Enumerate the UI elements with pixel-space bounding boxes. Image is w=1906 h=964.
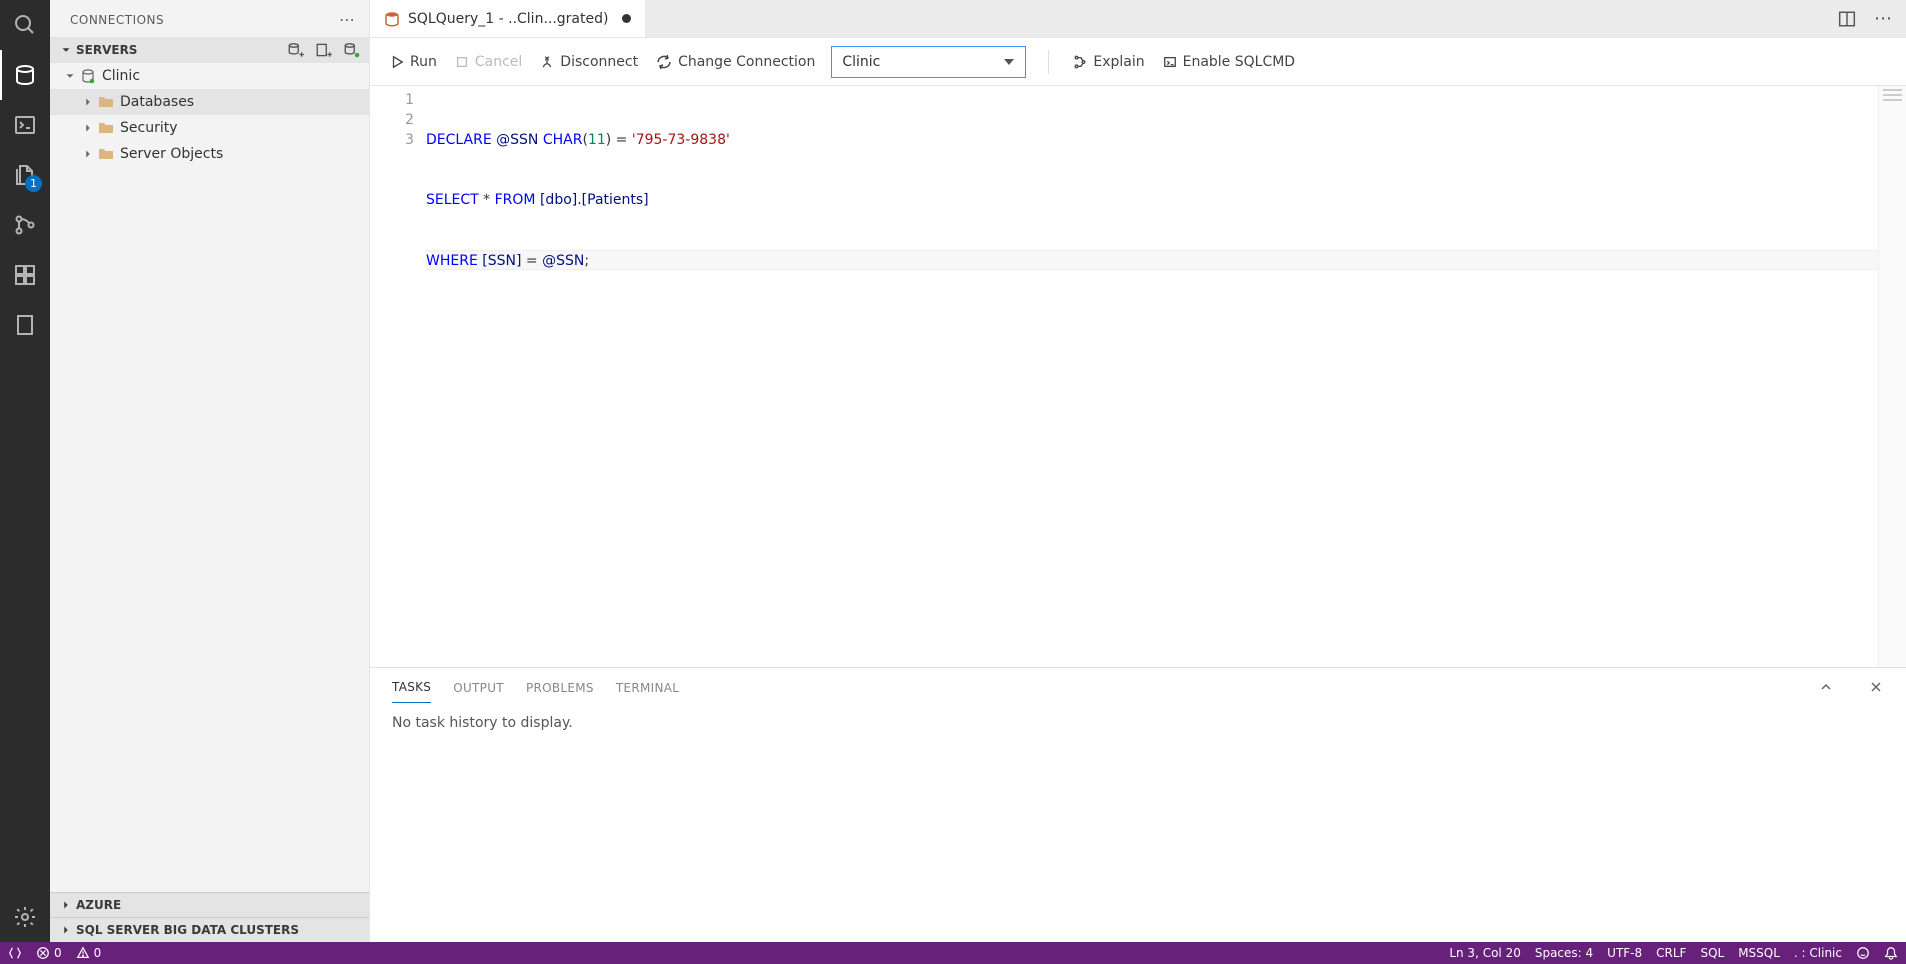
connections-activity-icon[interactable] [0, 50, 50, 100]
stop-icon [455, 55, 469, 69]
new-connection-icon[interactable] [287, 41, 305, 59]
panel-maximize-icon[interactable] [1812, 679, 1840, 699]
terminal-activity-icon[interactable] [0, 100, 50, 150]
collapse-all-icon[interactable] [343, 41, 361, 59]
editor-tab-sqlquery1[interactable]: SQLQuery_1 - ..Clin...grated) [370, 0, 646, 37]
cancel-button: Cancel [453, 50, 524, 74]
status-connection[interactable]: . : Clinic [1794, 946, 1842, 960]
folder-icon [98, 120, 114, 136]
source-control-activity-icon[interactable] [0, 200, 50, 250]
chevron-right-icon [58, 922, 74, 938]
azure-section-header[interactable]: AZURE [50, 892, 369, 917]
disconnect-button[interactable]: Disconnect [538, 50, 640, 74]
chevron-right-icon [80, 146, 96, 162]
explain-icon [1073, 55, 1087, 69]
tasks-panel-body: No task history to display. [370, 703, 1906, 942]
sqlcmd-icon [1163, 55, 1177, 69]
status-errors[interactable]: 0 [36, 946, 62, 960]
status-language[interactable]: SQL [1700, 946, 1724, 960]
panel-tab-terminal[interactable]: TERMINAL [616, 675, 679, 703]
status-eol[interactable]: CRLF [1656, 946, 1686, 960]
explain-button[interactable]: Explain [1071, 50, 1146, 74]
folder-icon [98, 146, 114, 162]
editor-area: SQLQuery_1 - ..Clin...grated) ⋯ Run Canc… [370, 0, 1906, 942]
line-gutter: 1 2 3 [370, 86, 426, 667]
editor-tab-bar: SQLQuery_1 - ..Clin...grated) ⋯ [370, 0, 1906, 38]
database-icon [384, 11, 400, 27]
change-connection-icon [656, 54, 672, 70]
chevron-right-icon [58, 897, 74, 913]
bdc-section-header[interactable]: SQL SERVER BIG DATA CLUSTERS [50, 917, 369, 942]
tab-dirty-indicator [622, 14, 631, 23]
chevron-down-icon [62, 68, 78, 84]
notebook-activity-icon[interactable] [0, 300, 50, 350]
status-warnings[interactable]: 0 [76, 946, 102, 960]
server-icon [80, 68, 96, 84]
sql-editor[interactable]: 1 2 3 DECLARE @SSN CHAR(11) = '795-73-98… [370, 86, 1906, 667]
tree-node-server-objects[interactable]: Server Objects [50, 141, 369, 167]
panel-tab-tasks[interactable]: TASKS [392, 674, 431, 703]
extensions-activity-icon[interactable] [0, 250, 50, 300]
status-bar: 0 0 Ln 3, Col 20 Spaces: 4 UTF-8 CRLF SQ… [0, 942, 1906, 964]
activity-bar: 1 [0, 0, 50, 942]
change-connection-button[interactable]: Change Connection [654, 50, 817, 74]
panel-tab-output[interactable]: OUTPUT [453, 675, 504, 703]
chevron-down-icon [58, 42, 74, 58]
query-toolbar: Run Cancel Disconnect Change Connection … [370, 38, 1906, 86]
server-node-clinic[interactable]: Clinic [50, 63, 369, 89]
status-feedback-icon[interactable] [1856, 946, 1870, 960]
sidebar-more-icon[interactable]: ⋯ [339, 10, 357, 29]
status-indentation[interactable]: Spaces: 4 [1535, 946, 1593, 960]
status-encoding[interactable]: UTF-8 [1607, 946, 1642, 960]
status-provider[interactable]: MSSQL [1738, 946, 1780, 960]
panel-tab-problems[interactable]: PROBLEMS [526, 675, 594, 703]
editor-content[interactable]: DECLARE @SSN CHAR(11) = '795-73-9838' SE… [426, 86, 1906, 667]
new-group-icon[interactable] [315, 41, 333, 59]
status-notifications-icon[interactable] [1884, 946, 1898, 960]
connection-select[interactable]: Clinic [831, 46, 1026, 78]
settings-gear-icon[interactable] [0, 892, 50, 942]
servers-tree: Clinic Databases Security Server Objects [50, 63, 369, 892]
panel-close-icon[interactable] [1862, 679, 1890, 699]
run-button[interactable]: Run [388, 50, 439, 74]
bottom-panel: TASKS OUTPUT PROBLEMS TERMINAL No task h… [370, 667, 1906, 942]
search-activity-icon[interactable] [0, 0, 50, 50]
explorer-activity-icon[interactable]: 1 [0, 150, 50, 200]
disconnect-icon [540, 55, 554, 69]
servers-section-header[interactable]: SERVERS [50, 37, 369, 63]
sidebar-title: CONNECTIONS [70, 13, 164, 27]
activity-badge: 1 [25, 175, 42, 192]
status-cursor-position[interactable]: Ln 3, Col 20 [1449, 946, 1521, 960]
play-icon [390, 55, 404, 69]
enable-sqlcmd-button[interactable]: Enable SQLCMD [1161, 50, 1297, 74]
folder-icon [98, 94, 114, 110]
tree-node-databases[interactable]: Databases [50, 89, 369, 115]
tab-more-icon[interactable]: ⋯ [1874, 8, 1894, 29]
connections-sidebar: CONNECTIONS ⋯ SERVERS Clinic Databases [50, 0, 370, 942]
status-remote-icon[interactable] [8, 946, 22, 960]
chevron-right-icon [80, 94, 96, 110]
editor-minimap[interactable] [1878, 86, 1906, 667]
split-editor-icon[interactable] [1838, 10, 1856, 28]
tree-node-security[interactable]: Security [50, 115, 369, 141]
chevron-right-icon [80, 120, 96, 136]
